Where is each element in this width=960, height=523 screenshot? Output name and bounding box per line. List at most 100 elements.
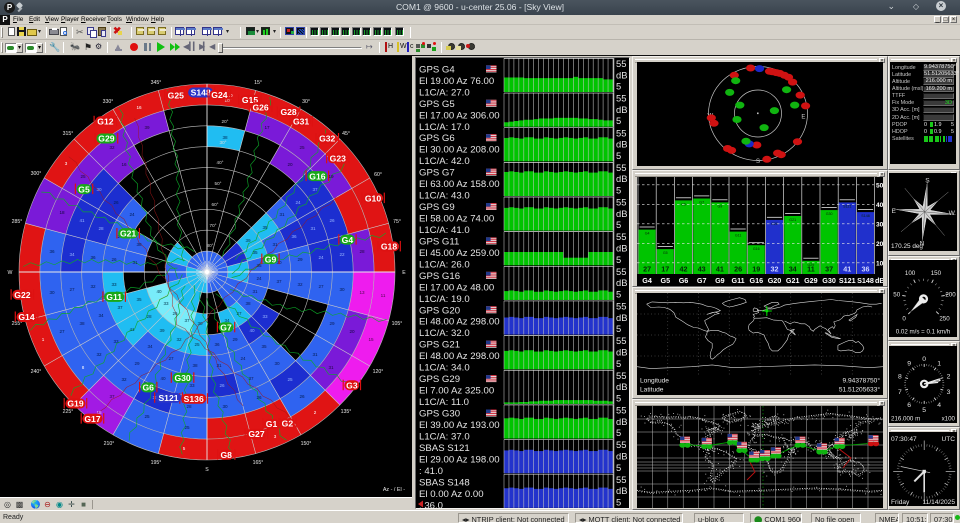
svg-text:L1C/A: 26.0: L1C/A: 26.0 bbox=[419, 259, 470, 270]
svg-text:50°: 50° bbox=[215, 181, 222, 186]
svg-text:El 39.00 Az 193.00: El 39.00 Az 193.00 bbox=[419, 420, 500, 431]
svg-text:135°: 135° bbox=[341, 409, 352, 415]
svg-text:34: 34 bbox=[147, 344, 153, 349]
svg-text:30: 30 bbox=[339, 287, 345, 292]
svg-text:38: 38 bbox=[222, 135, 228, 140]
svg-text:GPS G9: GPS G9 bbox=[419, 202, 455, 213]
svg-text:5: 5 bbox=[616, 427, 621, 438]
svg-text:24: 24 bbox=[318, 255, 324, 260]
svg-text:28: 28 bbox=[359, 249, 365, 254]
svg-text:G23: G23 bbox=[330, 154, 346, 164]
svg-text:55: 55 bbox=[616, 405, 626, 416]
svg-text:27: 27 bbox=[643, 265, 651, 274]
svg-text:55: 55 bbox=[616, 197, 626, 208]
svg-text:G30: G30 bbox=[174, 373, 190, 383]
svg-text:55: 55 bbox=[616, 335, 626, 346]
svg-text:G5: G5 bbox=[78, 184, 90, 194]
svg-text:L1C/A: 42.0: L1C/A: 42.0 bbox=[419, 156, 470, 167]
svg-text:36: 36 bbox=[214, 342, 220, 347]
svg-text:20°: 20° bbox=[222, 119, 229, 124]
svg-text:G31: G31 bbox=[293, 117, 309, 127]
svg-text:165°: 165° bbox=[253, 460, 264, 466]
svg-text:45°: 45° bbox=[342, 131, 350, 137]
svg-text:S121: S121 bbox=[843, 204, 851, 208]
svg-text:25: 25 bbox=[80, 174, 86, 179]
svg-text:G14: G14 bbox=[18, 312, 34, 322]
svg-text:5: 5 bbox=[616, 323, 621, 334]
svg-text:33: 33 bbox=[111, 282, 117, 287]
svg-text:75°: 75° bbox=[393, 219, 401, 225]
svg-text:26: 26 bbox=[734, 265, 742, 274]
svg-text:39: 39 bbox=[144, 125, 150, 130]
svg-text:dB: dB bbox=[616, 450, 627, 461]
svg-text:G32: G32 bbox=[319, 134, 335, 144]
svg-text:105°: 105° bbox=[392, 321, 403, 327]
svg-text:7: 7 bbox=[898, 389, 902, 396]
svg-text:100: 100 bbox=[905, 270, 916, 277]
svg-text:G12: G12 bbox=[97, 117, 113, 127]
svg-text:300°: 300° bbox=[31, 171, 42, 177]
svg-text:120°: 120° bbox=[373, 369, 384, 375]
svg-text:L1C/A: 43.0: L1C/A: 43.0 bbox=[419, 191, 470, 202]
svg-text:38: 38 bbox=[192, 363, 198, 368]
svg-text:L1C/A: 34.0: L1C/A: 34.0 bbox=[419, 363, 470, 374]
svg-text:55: 55 bbox=[616, 266, 626, 277]
svg-text:60°: 60° bbox=[374, 172, 382, 178]
svg-text:G28: G28 bbox=[280, 107, 296, 117]
svg-text:G29: G29 bbox=[98, 134, 114, 144]
svg-text:30: 30 bbox=[96, 187, 102, 192]
svg-text:38: 38 bbox=[245, 301, 251, 306]
svg-text:31: 31 bbox=[279, 212, 285, 217]
svg-text:G5: G5 bbox=[661, 276, 671, 285]
svg-text:17: 17 bbox=[661, 265, 669, 274]
svg-text:55: 55 bbox=[616, 58, 626, 69]
svg-text:55: 55 bbox=[616, 474, 626, 485]
svg-text:3: 3 bbox=[65, 161, 68, 166]
svg-text:55: 55 bbox=[616, 127, 626, 138]
svg-text:G17: G17 bbox=[84, 414, 100, 424]
svg-text:38: 38 bbox=[79, 321, 85, 326]
svg-text:5: 5 bbox=[183, 446, 186, 451]
svg-text:G3: G3 bbox=[346, 380, 358, 390]
svg-text:G7: G7 bbox=[699, 201, 704, 205]
svg-text:El 7.00 Az 325.00: El 7.00 Az 325.00 bbox=[419, 386, 494, 397]
svg-text:216.000 m: 216.000 m bbox=[891, 416, 920, 423]
svg-text:5: 5 bbox=[616, 462, 621, 473]
svg-text:27: 27 bbox=[236, 311, 242, 316]
svg-text:31: 31 bbox=[132, 260, 138, 265]
svg-text:dB: dB bbox=[616, 208, 627, 219]
svg-text:315°: 315° bbox=[63, 131, 74, 137]
svg-text:G21: G21 bbox=[786, 276, 800, 285]
svg-text:32: 32 bbox=[121, 377, 127, 382]
svg-text:32: 32 bbox=[176, 337, 182, 342]
svg-text:GPS G30: GPS G30 bbox=[419, 409, 460, 420]
svg-text:285°: 285° bbox=[12, 219, 23, 225]
svg-text:G16: G16 bbox=[753, 247, 760, 251]
svg-text:30: 30 bbox=[197, 321, 203, 326]
svg-text:26: 26 bbox=[299, 394, 305, 399]
svg-text:G4: G4 bbox=[342, 235, 354, 245]
svg-text:34: 34 bbox=[69, 252, 75, 257]
svg-text:28: 28 bbox=[186, 404, 192, 409]
svg-text:50: 50 bbox=[876, 182, 883, 189]
svg-text:29: 29 bbox=[297, 257, 303, 262]
svg-text:25: 25 bbox=[299, 145, 305, 150]
svg-text:07:30:47: 07:30:47 bbox=[891, 436, 917, 443]
svg-text:2: 2 bbox=[947, 373, 951, 380]
svg-text:G21: G21 bbox=[120, 229, 136, 239]
svg-text:G18: G18 bbox=[381, 242, 397, 252]
svg-text:El 19.00 Az 76.00: El 19.00 Az 76.00 bbox=[419, 76, 494, 87]
svg-text:x100: x100 bbox=[942, 416, 956, 423]
svg-text:55: 55 bbox=[616, 301, 626, 312]
svg-text:1: 1 bbox=[937, 361, 941, 368]
svg-text:33: 33 bbox=[163, 301, 169, 306]
svg-text:El 48.00 Az 298.00: El 48.00 Az 298.00 bbox=[419, 317, 500, 328]
svg-text:40: 40 bbox=[876, 202, 883, 209]
svg-text:19: 19 bbox=[752, 265, 760, 274]
svg-text:L1C/A: 17.0: L1C/A: 17.0 bbox=[419, 122, 470, 133]
svg-text:G24: G24 bbox=[211, 90, 227, 100]
svg-text:27: 27 bbox=[69, 287, 75, 292]
svg-text:G9: G9 bbox=[718, 204, 723, 208]
svg-text:55: 55 bbox=[616, 93, 626, 104]
svg-text:G1: G1 bbox=[266, 419, 278, 429]
